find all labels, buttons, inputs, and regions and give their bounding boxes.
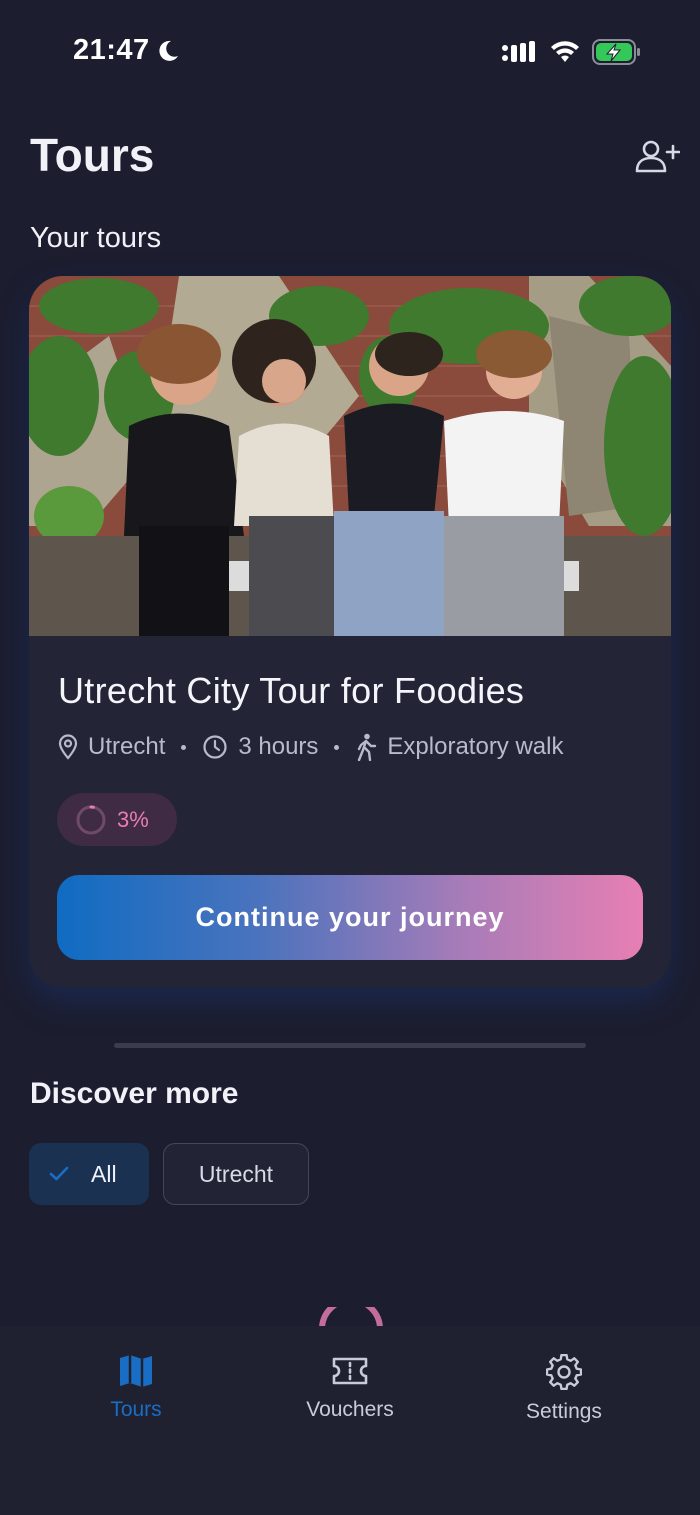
add-user-button[interactable] xyxy=(632,136,682,176)
tour-photo xyxy=(29,276,671,636)
tab-tours[interactable]: Tours xyxy=(56,1354,216,1422)
tab-bar: Tours Vouchers Settings xyxy=(0,1326,700,1515)
progress-ring xyxy=(76,805,106,834)
battery-charging-icon xyxy=(592,39,640,65)
discover-more-heading: Discover more xyxy=(30,1077,239,1110)
tab-tours-label: Tours xyxy=(110,1398,162,1421)
your-tours-heading: Your tours xyxy=(30,222,162,254)
ticket-icon xyxy=(332,1357,368,1385)
progress-badge: 3% xyxy=(57,793,177,846)
cellular-signal-icon xyxy=(502,41,535,62)
add-user-icon xyxy=(635,140,680,173)
section-divider xyxy=(114,1043,586,1048)
tab-settings-label: Settings xyxy=(526,1400,602,1423)
filter-chip-utrecht-label: Utrecht xyxy=(198,1160,274,1187)
tour-duration: 3 hours xyxy=(202,733,318,761)
location-pin-icon xyxy=(58,734,78,760)
filter-chip-all-label: All xyxy=(91,1160,117,1187)
gear-icon xyxy=(546,1354,582,1390)
moon-icon xyxy=(159,40,178,61)
tab-vouchers[interactable]: Vouchers xyxy=(270,1354,430,1422)
tab-settings[interactable]: Settings xyxy=(484,1354,644,1424)
tab-vouchers-label: Vouchers xyxy=(306,1398,394,1421)
tour-type: Exploratory walk xyxy=(355,733,563,761)
page-title: Tours xyxy=(30,129,155,181)
walking-icon xyxy=(358,733,377,761)
wifi-icon xyxy=(551,41,579,62)
status-time: 21:47 xyxy=(73,34,150,66)
tour-card[interactable]: Utrecht City Tour for Foodies Utrecht 3 … xyxy=(29,276,671,988)
tour-title: Utrecht City Tour for Foodies xyxy=(58,670,525,711)
checkmark-icon xyxy=(49,1166,69,1181)
map-icon xyxy=(120,1355,152,1387)
tour-location-text: Utrecht xyxy=(88,733,166,760)
tour-meta: Utrecht 3 hours Exploratory walk xyxy=(58,731,563,763)
meta-separator xyxy=(181,744,187,750)
filter-chip-utrecht[interactable]: Utrecht xyxy=(163,1143,309,1205)
filter-chip-all[interactable]: All xyxy=(29,1143,149,1205)
continue-journey-button[interactable]: Continue your journey xyxy=(57,875,643,960)
tour-location: Utrecht xyxy=(58,733,165,761)
status-bar: 21:47 xyxy=(0,0,700,100)
tour-type-text: Exploratory walk xyxy=(387,733,564,760)
tour-duration-text: 3 hours xyxy=(238,733,319,760)
meta-separator xyxy=(334,744,340,750)
clock-icon xyxy=(203,735,227,759)
progress-text: 3% xyxy=(117,806,149,832)
